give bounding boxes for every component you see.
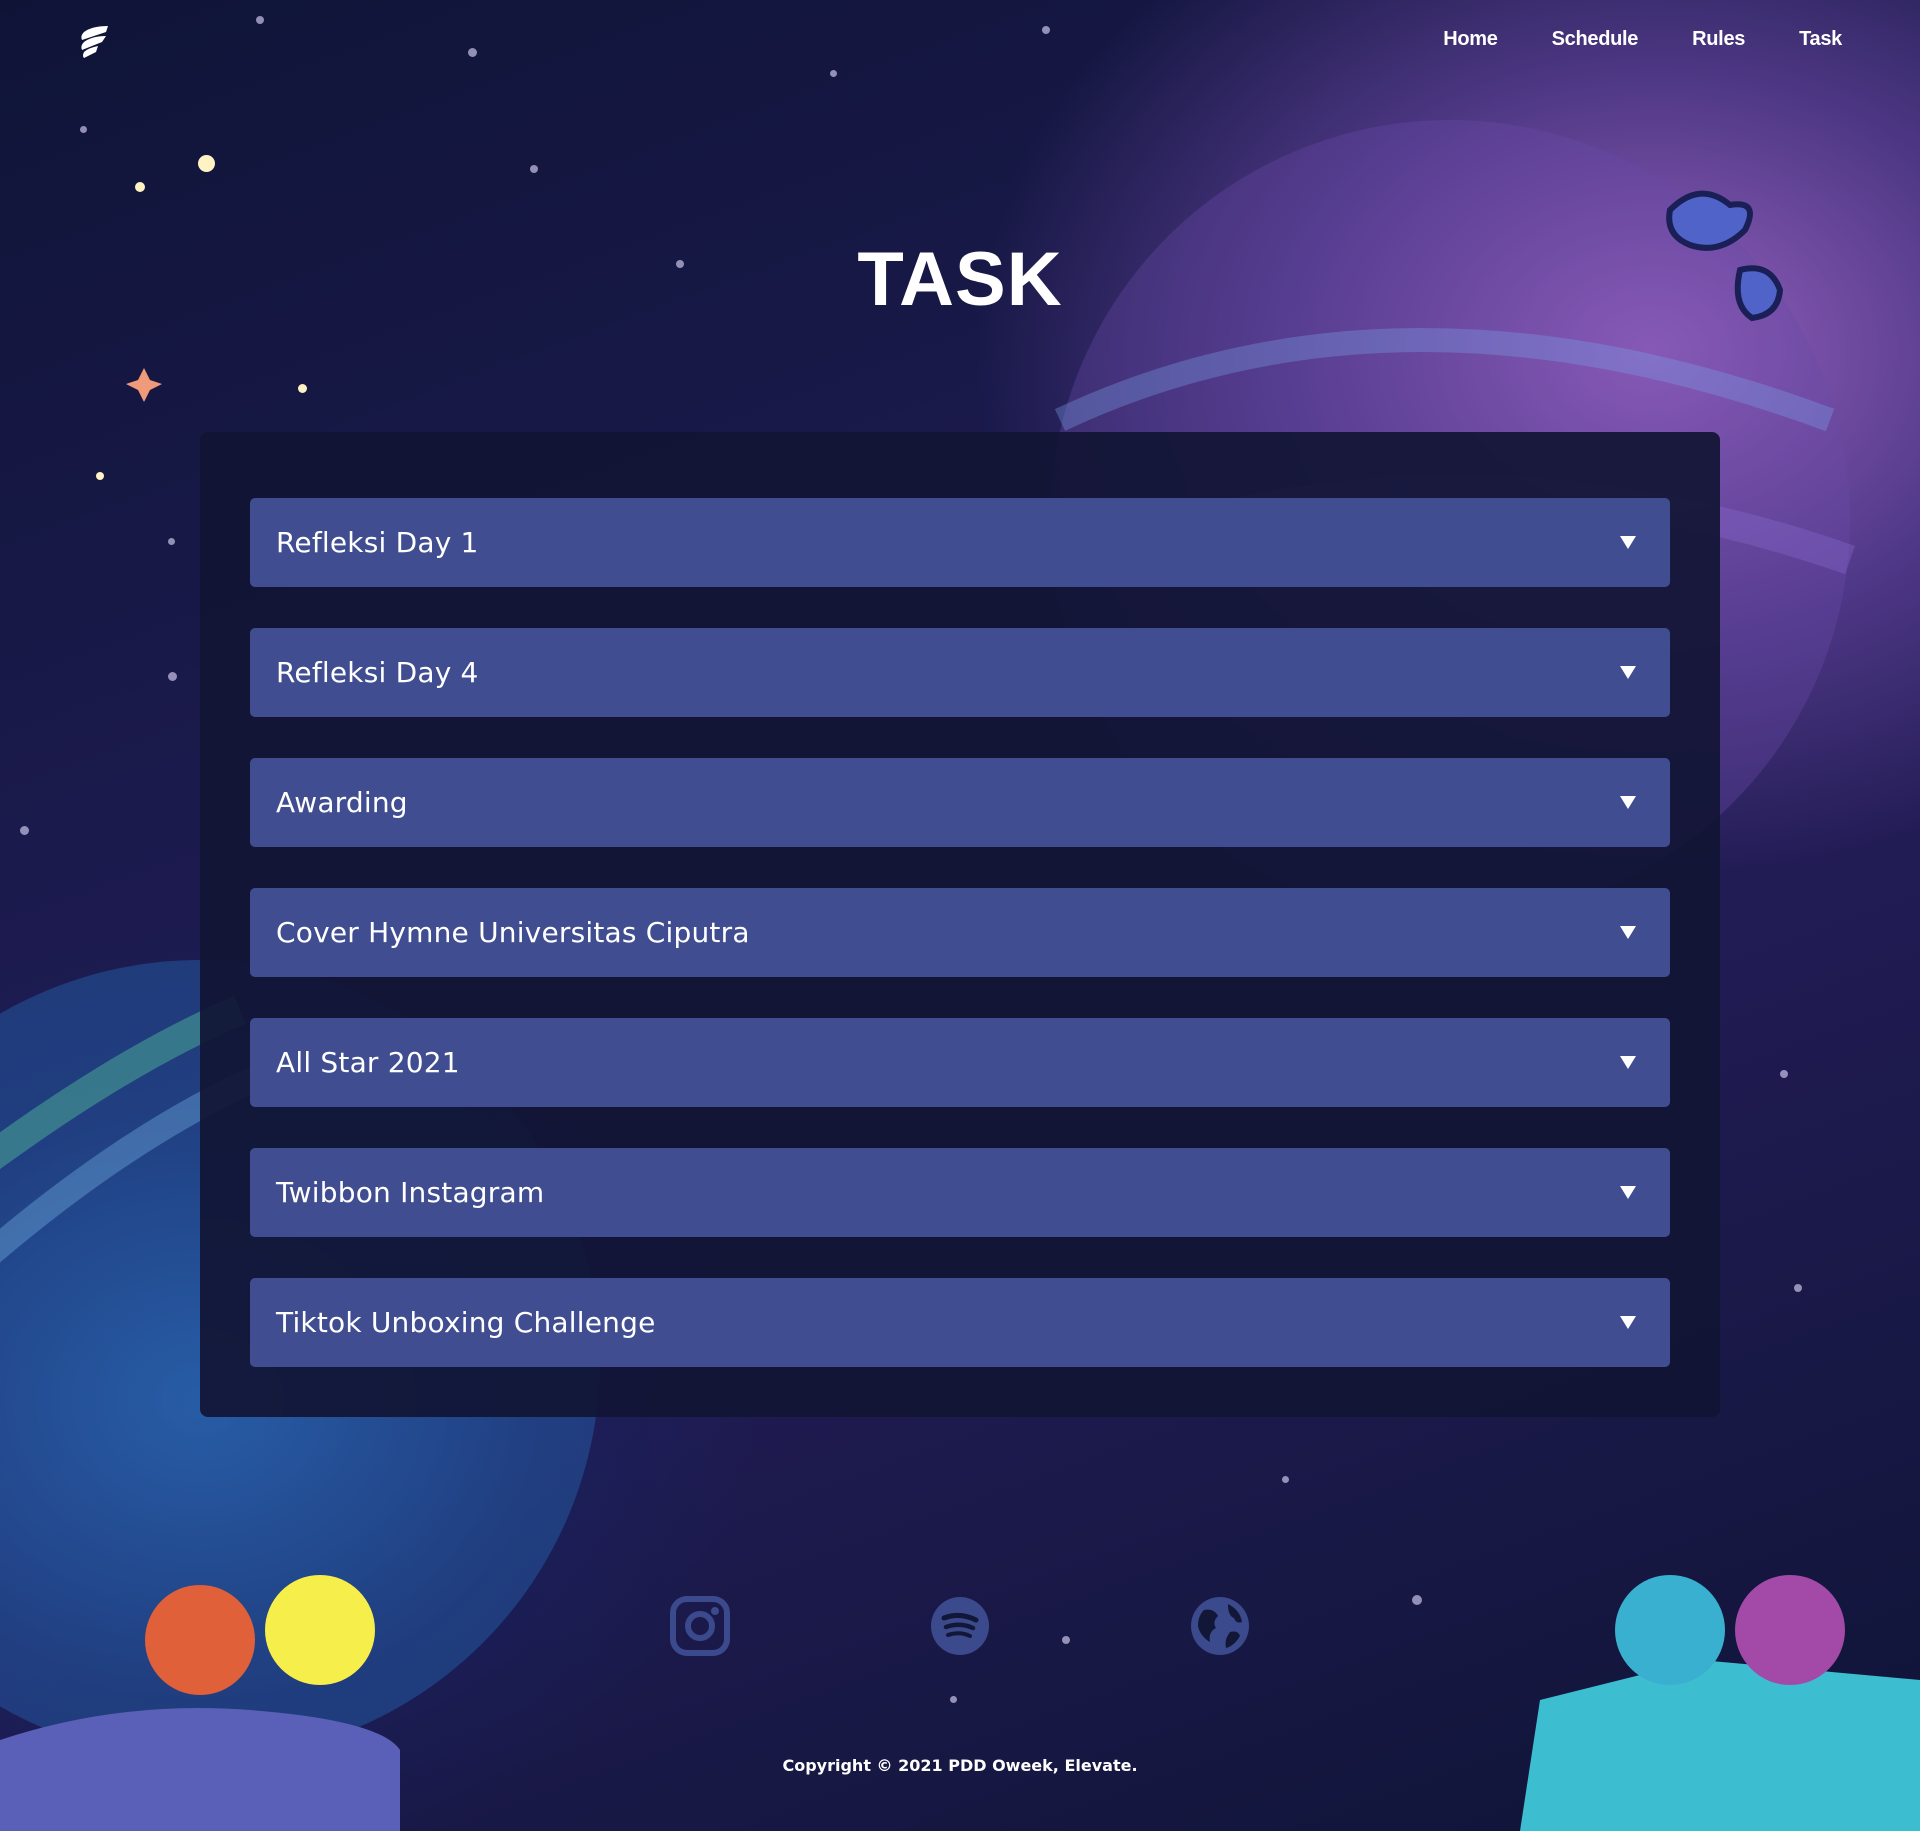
triangle-down-icon: [1620, 1316, 1636, 1329]
task-panel: Refleksi Day 1 Refleksi Day 4 Awarding C…: [200, 432, 1720, 1417]
task-accordion-twibbon-instagram[interactable]: Twibbon Instagram: [250, 1148, 1670, 1237]
nav-task[interactable]: Task: [1799, 28, 1842, 51]
instagram-icon: [670, 1596, 730, 1656]
star: [468, 48, 477, 57]
task-accordion-all-star-2021[interactable]: All Star 2021: [250, 1018, 1670, 1107]
star: [96, 472, 104, 480]
star: [20, 826, 29, 835]
star: [198, 155, 215, 172]
star: [1780, 1070, 1788, 1078]
triangle-down-icon: [1620, 666, 1636, 679]
task-label: Refleksi Day 4: [276, 656, 479, 689]
star: [830, 70, 837, 77]
task-label: Tiktok Unboxing Challenge: [276, 1306, 656, 1339]
task-label: Twibbon Instagram: [276, 1176, 545, 1209]
star: [80, 126, 87, 133]
nav-rules[interactable]: Rules: [1692, 28, 1745, 51]
task-accordion-tiktok-unboxing[interactable]: Tiktok Unboxing Challenge: [250, 1278, 1670, 1367]
feather-logo-icon[interactable]: [78, 24, 112, 60]
task-accordion-refleksi-day-1[interactable]: Refleksi Day 1: [250, 498, 1670, 587]
ice-platform: [1520, 1660, 1920, 1831]
star: [168, 538, 175, 545]
task-accordion-cover-hymne[interactable]: Cover Hymne Universitas Ciputra: [250, 888, 1670, 977]
spotify-link[interactable]: [930, 1596, 990, 1656]
spotify-icon: [931, 1597, 989, 1655]
triangle-down-icon: [1620, 536, 1636, 549]
globe-icon: [1191, 1597, 1249, 1655]
nav-home[interactable]: Home: [1443, 28, 1498, 51]
star: [1042, 26, 1050, 34]
copyright-text: Copyright © 2021 PDD Oweek, Elevate.: [782, 1756, 1138, 1775]
star: [1282, 1476, 1289, 1483]
star: [530, 165, 538, 173]
star: [298, 384, 307, 393]
star: [950, 1696, 957, 1703]
instagram-link[interactable]: [670, 1596, 730, 1656]
nav-schedule[interactable]: Schedule: [1552, 28, 1639, 51]
page-title: TASK: [857, 237, 1063, 322]
task-label: Awarding: [276, 786, 408, 819]
task-accordion-refleksi-day-4[interactable]: Refleksi Day 4: [250, 628, 1670, 717]
triangle-down-icon: [1620, 1056, 1636, 1069]
star: [168, 672, 177, 681]
feather-logo-icon: [81, 26, 108, 58]
star: [1794, 1284, 1802, 1292]
triangle-down-icon: [1620, 796, 1636, 809]
task-label: All Star 2021: [276, 1046, 460, 1079]
social-links: [0, 1596, 1920, 1656]
star: [135, 182, 145, 192]
task-label: Refleksi Day 1: [276, 526, 479, 559]
task-label: Cover Hymne Universitas Ciputra: [276, 916, 750, 949]
main-nav: Home Schedule Rules Task: [1443, 28, 1842, 51]
triangle-down-icon: [1620, 926, 1636, 939]
website-link[interactable]: [1190, 1596, 1250, 1656]
star: [256, 16, 264, 24]
task-accordion-awarding[interactable]: Awarding: [250, 758, 1670, 847]
triangle-down-icon: [1620, 1186, 1636, 1199]
sparkle-icon: [126, 368, 162, 402]
